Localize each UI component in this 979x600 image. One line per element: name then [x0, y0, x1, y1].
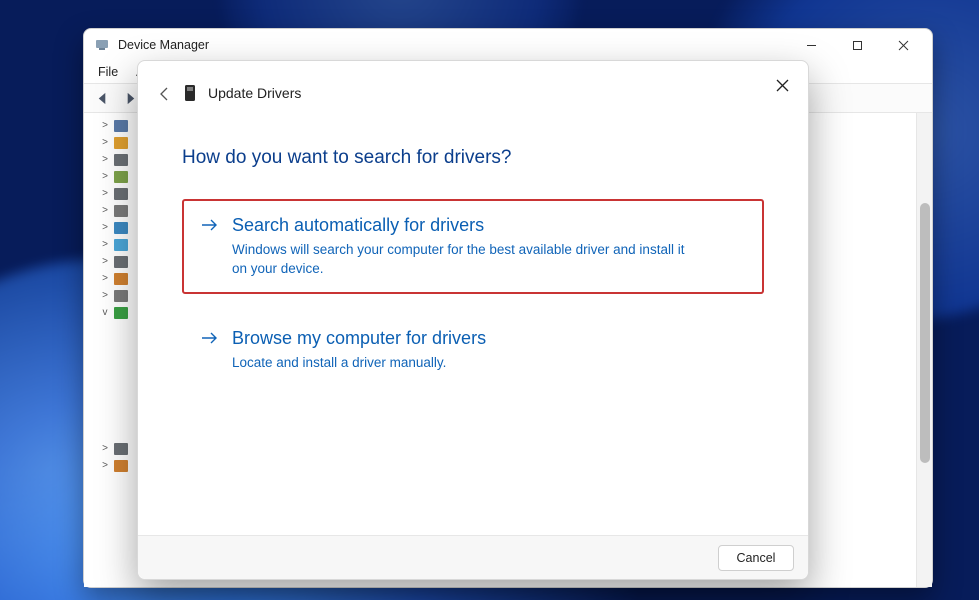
device-category-icon: [114, 442, 128, 456]
chevron-right-icon[interactable]: >: [100, 120, 110, 131]
nav-back-button[interactable]: [89, 86, 115, 110]
option-title: Browse my computer for drivers: [232, 326, 486, 350]
chevron-right-icon[interactable]: >: [100, 460, 110, 471]
option-text: Browse my computer for drivers Locate an…: [232, 326, 486, 373]
chevron-right-icon[interactable]: >: [100, 171, 110, 182]
option-desc: Windows will search your computer for th…: [232, 241, 702, 277]
chevron-right-icon[interactable]: >: [100, 205, 110, 216]
dialog-footer: Cancel: [138, 535, 808, 579]
device-category-icon: [114, 136, 128, 150]
device-category-icon: [114, 306, 128, 320]
back-button[interactable]: [154, 83, 176, 105]
option-title: Search automatically for drivers: [232, 213, 702, 237]
close-button[interactable]: [880, 29, 926, 61]
device-category-icon: [114, 187, 128, 201]
device-category-icon: [114, 255, 128, 269]
device-category-icon: [114, 153, 128, 167]
dialog-title: Update Drivers: [208, 85, 301, 101]
scrollbar-thumb[interactable]: [920, 203, 930, 463]
arrow-right-icon: [202, 218, 218, 236]
dialog-header: Update Drivers: [138, 61, 808, 119]
titlebar-left: Device Manager: [94, 37, 209, 53]
chevron-right-icon[interactable]: >: [100, 290, 110, 301]
chevron-right-icon[interactable]: >: [100, 188, 110, 199]
dialog-heading: How do you want to search for drivers?: [182, 147, 764, 169]
window-title: Device Manager: [118, 38, 209, 52]
window-buttons: [788, 29, 926, 61]
device-category-icon: [114, 459, 128, 473]
cancel-button[interactable]: Cancel: [718, 545, 794, 571]
device-category-icon: [114, 170, 128, 184]
chevron-right-icon[interactable]: >: [100, 154, 110, 165]
chevron-right-icon[interactable]: >: [100, 239, 110, 250]
maximize-button[interactable]: [834, 29, 880, 61]
chevron-right-icon[interactable]: >: [100, 256, 110, 267]
chevron-right-icon[interactable]: >: [100, 222, 110, 233]
chevron-down-icon[interactable]: v: [100, 307, 110, 318]
dialog-close-button[interactable]: [768, 71, 796, 99]
device-category-icon: [114, 238, 128, 252]
update-drivers-dialog: Update Drivers How do you want to search…: [137, 60, 809, 580]
menu-file[interactable]: File: [90, 63, 126, 81]
minimize-button[interactable]: [788, 29, 834, 61]
titlebar: Device Manager: [84, 29, 932, 61]
device-category-icon: [114, 204, 128, 218]
dialog-title-wrap: Update Drivers: [182, 83, 301, 103]
scrollbar[interactable]: [916, 113, 932, 587]
driver-icon: [182, 83, 198, 103]
device-category-icon: [114, 221, 128, 235]
chevron-right-icon[interactable]: >: [100, 137, 110, 148]
app-icon: [94, 37, 110, 53]
device-category-icon: [114, 119, 128, 133]
chevron-right-icon[interactable]: >: [100, 443, 110, 454]
option-text: Search automatically for drivers Windows…: [232, 213, 702, 278]
chevron-right-icon[interactable]: >: [100, 273, 110, 284]
option-search-automatically[interactable]: Search automatically for drivers Windows…: [182, 199, 764, 294]
device-category-icon: [114, 289, 128, 303]
option-browse-computer[interactable]: Browse my computer for drivers Locate an…: [182, 312, 764, 389]
device-category-icon: [114, 272, 128, 286]
option-desc: Locate and install a driver manually.: [232, 354, 486, 372]
dialog-content: How do you want to search for drivers? S…: [138, 119, 808, 535]
arrow-right-icon: [202, 331, 218, 349]
